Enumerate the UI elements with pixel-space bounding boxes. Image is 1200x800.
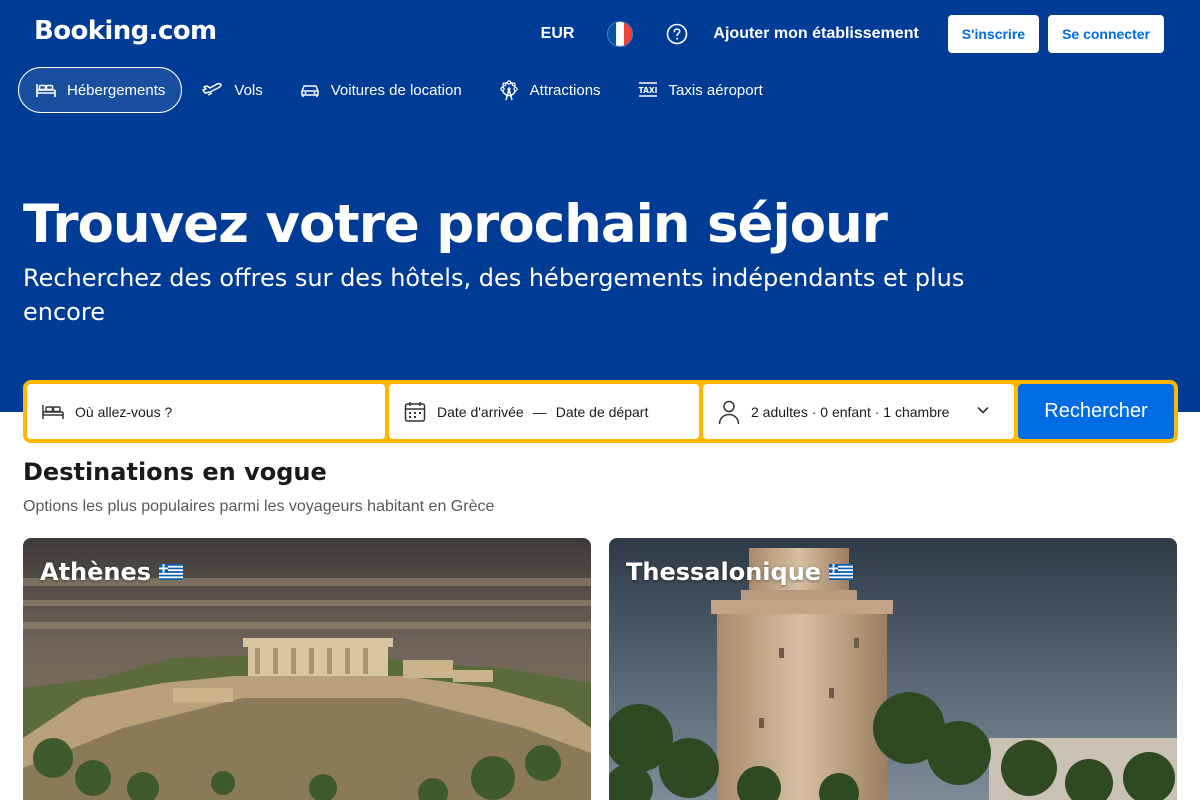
nav-tab-car-rental[interactable]: Voitures de location — [283, 67, 478, 113]
nav-tab-airport-taxis[interactable]: TAXI Taxis aéroport — [621, 67, 779, 113]
destination-placeholder: Où allez-vous ? — [75, 403, 173, 420]
card-title: Athènes — [40, 558, 184, 586]
product-nav: Hébergements Vols Voitures de location A… — [18, 67, 783, 113]
help-icon[interactable] — [666, 23, 688, 45]
list-property-link[interactable]: Ajouter mon établissement — [713, 25, 918, 43]
calendar-icon — [404, 401, 426, 422]
top-bar: EUR Ajouter mon établissement S'inscrire… — [541, 15, 1164, 53]
nav-tab-flights[interactable]: Vols — [186, 67, 278, 113]
currency-selector[interactable]: EUR — [541, 25, 575, 43]
nav-tab-attractions[interactable]: Attractions — [482, 67, 617, 113]
bed-icon — [42, 404, 64, 419]
register-button[interactable]: S'inscrire — [947, 15, 1040, 53]
nav-label: Taxis aéroport — [668, 81, 763, 99]
destination-card-athens[interactable]: Athènes — [23, 538, 591, 800]
date-separator: — — [532, 403, 547, 420]
city-name: Athènes — [40, 558, 152, 586]
greece-flag-icon — [829, 564, 854, 580]
hero-title: Trouvez votre prochain séjour — [23, 194, 888, 255]
car-icon — [301, 85, 319, 97]
attractions-icon — [499, 80, 518, 101]
checkout-date: Date de départ — [555, 403, 649, 420]
city-name: Thessalonique — [626, 558, 822, 586]
chevron-down-icon — [977, 407, 989, 414]
svg-text:TAXI: TAXI — [638, 86, 657, 95]
trending-title: Destinations en vogue — [23, 458, 327, 486]
plane-icon — [202, 82, 223, 96]
hero-subtitle: Recherchez des offres sur des hôtels, de… — [23, 264, 965, 326]
sign-in-button[interactable]: Se connecter — [1048, 15, 1164, 53]
nav-label: Vols — [234, 81, 263, 99]
booking-logo[interactable]: Booking.com — [34, 16, 217, 46]
nav-label: Hébergements — [67, 81, 166, 99]
hero-banner: Booking.com EUR Ajouter mon établissemen… — [0, 0, 1200, 412]
guests-selector[interactable]: 2 adultes · 0 enfant · 1 chambre — [703, 384, 1014, 439]
nav-label: Voitures de location — [330, 81, 462, 99]
checkin-date: Date d'arrivée — [437, 403, 524, 420]
card-title: Thessalonique — [626, 558, 854, 586]
taxi-icon: TAXI — [638, 82, 657, 97]
search-button[interactable]: Rechercher — [1018, 384, 1174, 439]
language-flag-icon[interactable] — [607, 21, 634, 47]
trending-subtitle: Options les plus populaires parmi les vo… — [23, 498, 495, 515]
nav-tab-stays[interactable]: Hébergements — [18, 67, 183, 113]
person-icon — [718, 400, 740, 424]
nav-label: Attractions — [529, 81, 601, 99]
search-bar: Où allez-vous ? Date d'arrivée — Date de… — [23, 380, 1178, 443]
bed-icon — [36, 84, 56, 97]
destination-input[interactable]: Où allez-vous ? — [27, 384, 385, 439]
destination-card-thessaloniki[interactable]: Thessalonique — [609, 538, 1177, 800]
greece-flag-icon — [159, 564, 184, 580]
date-picker[interactable]: Date d'arrivée — Date de départ — [389, 384, 699, 439]
guests-summary: 2 adultes · 0 enfant · 1 chambre — [751, 403, 950, 420]
